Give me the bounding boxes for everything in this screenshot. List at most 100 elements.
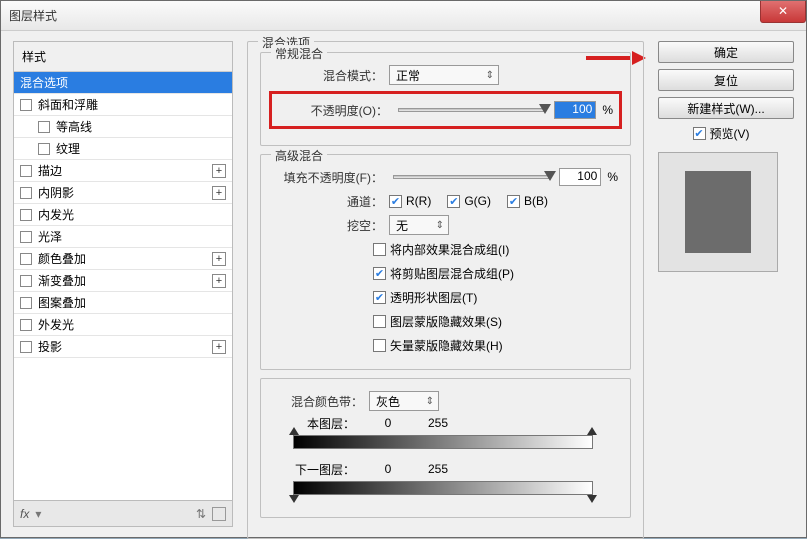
normal-blend-legend: 常规混合 bbox=[271, 45, 327, 62]
preview-swatch bbox=[685, 171, 751, 253]
checkbox-icon[interactable] bbox=[20, 165, 32, 177]
preview-toggle[interactable]: 预览(V) bbox=[658, 125, 784, 142]
gradient-stop-icon[interactable] bbox=[587, 495, 597, 503]
blend-option[interactable]: 透明形状图层(T) bbox=[373, 289, 477, 306]
this-layer-gradient[interactable] bbox=[293, 435, 593, 449]
checkbox-icon[interactable] bbox=[38, 143, 50, 155]
checkbox-icon[interactable] bbox=[20, 209, 32, 221]
sidebar-item-label: 斜面和浮雕 bbox=[38, 96, 226, 113]
sidebar-item[interactable]: 混合选项 bbox=[14, 72, 232, 94]
layer-style-dialog: 图层样式 ✕ 样式 混合选项斜面和浮雕等高线纹理描边+内阴影+内发光光泽颜色叠加… bbox=[0, 0, 807, 538]
checkbox-icon bbox=[507, 195, 520, 208]
checkbox-icon[interactable] bbox=[20, 253, 32, 265]
this-layer-high: 255 bbox=[413, 416, 463, 430]
gradient-stop-icon[interactable] bbox=[587, 427, 597, 435]
checkbox-icon bbox=[373, 339, 386, 352]
opacity-label: 不透明度(O)： bbox=[278, 102, 388, 119]
ok-button[interactable]: 确定 bbox=[658, 41, 794, 63]
sidebar-item-label: 渐变叠加 bbox=[38, 272, 212, 289]
fill-opacity-slider[interactable] bbox=[393, 175, 549, 179]
gradient-stop-icon[interactable] bbox=[289, 427, 299, 435]
sidebar-item[interactable]: 颜色叠加+ bbox=[14, 248, 232, 270]
plus-icon[interactable]: + bbox=[212, 164, 226, 178]
next-layer-gradient[interactable] bbox=[293, 481, 593, 495]
checkbox-icon[interactable] bbox=[20, 275, 32, 287]
next-layer-label: 下一图层： bbox=[273, 461, 363, 478]
checkbox-icon[interactable] bbox=[20, 319, 32, 331]
sidebar-item[interactable]: 渐变叠加+ bbox=[14, 270, 232, 292]
sidebar-item-label: 投影 bbox=[38, 338, 212, 355]
checkbox-icon[interactable] bbox=[20, 297, 32, 309]
blend-option-label: 图层蒙版隐藏效果(S) bbox=[390, 313, 502, 330]
channel-r[interactable]: R(R) bbox=[389, 194, 431, 208]
channel-b[interactable]: B(B) bbox=[507, 194, 548, 208]
gradient-stop-icon[interactable] bbox=[289, 495, 299, 503]
opacity-input[interactable]: 100 bbox=[554, 101, 596, 119]
sidebar-item-label: 内阴影 bbox=[38, 184, 212, 201]
slider-thumb-icon[interactable] bbox=[539, 104, 551, 114]
sidebar-item-label: 颜色叠加 bbox=[38, 250, 212, 267]
sidebar-item[interactable]: 图案叠加 bbox=[14, 292, 232, 314]
close-button[interactable]: ✕ bbox=[760, 1, 806, 23]
advanced-blend-group: 高级混合 填充不透明度(F)： 100 % 通道： R(R) G(G) B(B) bbox=[260, 154, 631, 370]
normal-blend-group: 常规混合 混合模式： 正常 不透明度(O)： 100 % bbox=[260, 52, 631, 146]
blend-option[interactable]: 图层蒙版隐藏效果(S) bbox=[373, 313, 502, 330]
blend-option[interactable]: 将剪贴图层混合成组(P) bbox=[373, 265, 514, 282]
arrows-icon[interactable]: ⇅ bbox=[196, 507, 206, 521]
advanced-blend-legend: 高级混合 bbox=[271, 147, 327, 164]
window-title: 图层样式 bbox=[1, 7, 57, 24]
blend-option[interactable]: 矢量蒙版隐藏效果(H) bbox=[373, 337, 503, 354]
blend-option-label: 透明形状图层(T) bbox=[390, 289, 477, 306]
titlebar[interactable]: 图层样式 ✕ bbox=[1, 1, 806, 31]
plus-icon[interactable]: + bbox=[212, 274, 226, 288]
sidebar-item[interactable]: 纹理 bbox=[14, 138, 232, 160]
slider-thumb-icon[interactable] bbox=[544, 171, 556, 181]
sidebar-item[interactable]: 等高线 bbox=[14, 116, 232, 138]
styles-sidebar: 样式 混合选项斜面和浮雕等高线纹理描边+内阴影+内发光光泽颜色叠加+渐变叠加+图… bbox=[13, 41, 233, 527]
this-layer-label: 本图层： bbox=[273, 415, 363, 432]
sidebar-item-label: 混合选项 bbox=[20, 74, 226, 91]
fx-icon[interactable]: fx bbox=[20, 507, 29, 521]
checkbox-icon[interactable] bbox=[38, 121, 50, 133]
sidebar-item[interactable]: 内发光 bbox=[14, 204, 232, 226]
plus-icon[interactable]: + bbox=[212, 186, 226, 200]
blend-options-group: 混合选项 常规混合 混合模式： 正常 不透明度(O)： 100 % bbox=[247, 41, 644, 539]
sidebar-item-label: 描边 bbox=[38, 162, 212, 179]
sidebar-item[interactable]: 描边+ bbox=[14, 160, 232, 182]
new-style-button[interactable]: 新建样式(W)... bbox=[658, 97, 794, 119]
opacity-slider[interactable] bbox=[398, 108, 544, 112]
sidebar-item-label: 外发光 bbox=[38, 316, 226, 333]
next-layer-high: 255 bbox=[413, 462, 463, 476]
styles-header: 样式 bbox=[14, 42, 232, 72]
fill-opacity-input[interactable]: 100 bbox=[559, 168, 601, 186]
checkbox-icon[interactable] bbox=[20, 99, 32, 111]
knockout-select[interactable]: 无 bbox=[389, 215, 449, 235]
checkbox-icon[interactable] bbox=[20, 341, 32, 353]
sidebar-item[interactable]: 投影+ bbox=[14, 336, 232, 358]
sidebar-item[interactable]: 斜面和浮雕 bbox=[14, 94, 232, 116]
sidebar-item[interactable]: 内阴影+ bbox=[14, 182, 232, 204]
channel-g[interactable]: G(G) bbox=[447, 194, 491, 208]
blend-option-label: 将剪贴图层混合成组(P) bbox=[390, 265, 514, 282]
plus-icon[interactable]: + bbox=[212, 252, 226, 266]
sidebar-item[interactable]: 光泽 bbox=[14, 226, 232, 248]
blend-if-group: 混合颜色带： 灰色 本图层： 0 255 下一图层： 0 bbox=[260, 378, 631, 518]
checkbox-icon[interactable] bbox=[20, 231, 32, 243]
fill-opacity-unit: % bbox=[607, 170, 618, 184]
chevron-down-icon[interactable]: ▾ bbox=[35, 507, 41, 521]
knockout-label: 挖空： bbox=[273, 217, 383, 234]
blend-mode-select[interactable]: 正常 bbox=[389, 65, 499, 85]
trash-icon[interactable] bbox=[212, 507, 226, 521]
blend-if-select[interactable]: 灰色 bbox=[369, 391, 439, 411]
close-icon: ✕ bbox=[778, 4, 788, 18]
blend-option[interactable]: 将内部效果混合成组(I) bbox=[373, 241, 509, 258]
sidebar-item[interactable]: 外发光 bbox=[14, 314, 232, 336]
cancel-button[interactable]: 复位 bbox=[658, 69, 794, 91]
checkbox-icon bbox=[373, 315, 386, 328]
blend-option-label: 将内部效果混合成组(I) bbox=[390, 241, 509, 258]
checkbox-icon[interactable] bbox=[20, 187, 32, 199]
styles-list: 样式 混合选项斜面和浮雕等高线纹理描边+内阴影+内发光光泽颜色叠加+渐变叠加+图… bbox=[13, 41, 233, 501]
preview-box bbox=[658, 152, 778, 272]
checkbox-icon bbox=[389, 195, 402, 208]
plus-icon[interactable]: + bbox=[212, 340, 226, 354]
